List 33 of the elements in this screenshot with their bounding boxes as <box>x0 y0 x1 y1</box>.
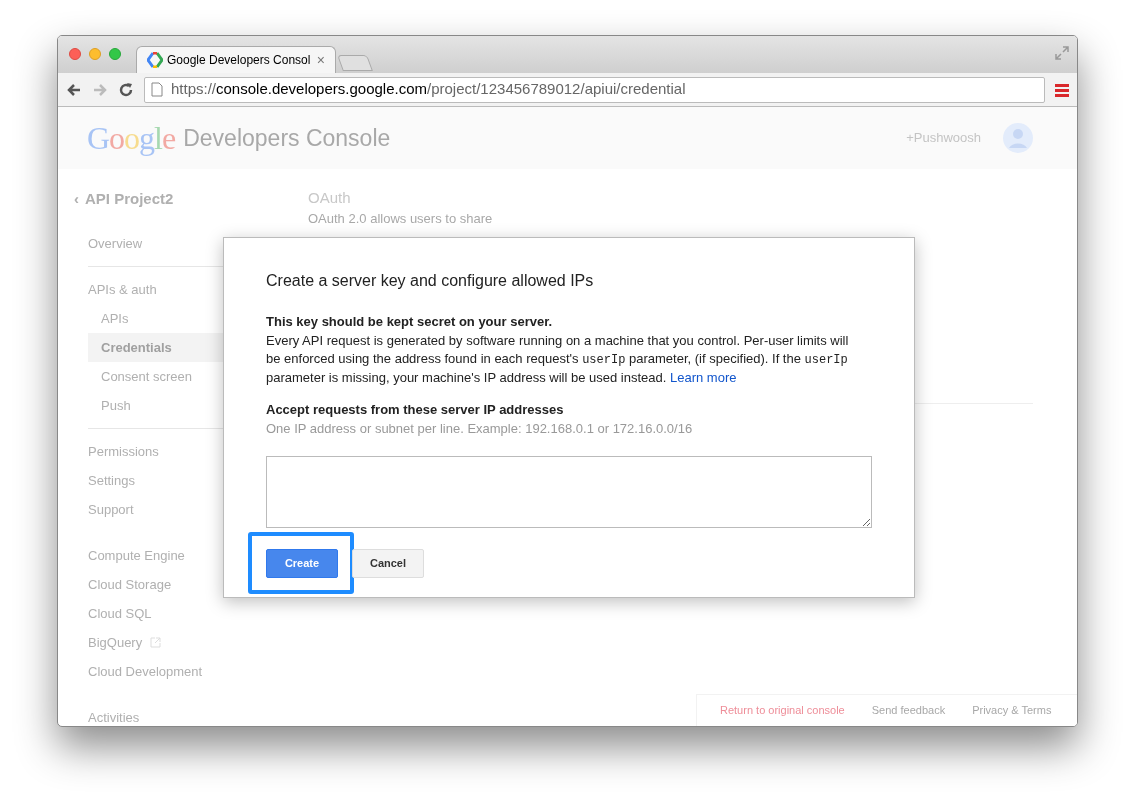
url-text: https://console.developers.google.com/project/123456789012/apiui/credential <box>171 79 686 100</box>
fullscreen-icon[interactable] <box>1055 46 1069 60</box>
field-label: Accept requests from these server IP addresses <box>266 400 565 419</box>
create-button[interactable]: Create <box>266 548 338 578</box>
tab-title: Google Developers Consol <box>167 52 312 69</box>
page-icon <box>151 82 163 97</box>
back-arrow-icon[interactable] <box>66 81 82 98</box>
browser-tab[interactable]: Google Developers Consol × <box>136 46 336 73</box>
avatar-icon[interactable] <box>1003 123 1033 153</box>
brackets-logo-icon <box>147 52 163 68</box>
menu-icon[interactable] <box>1055 82 1069 97</box>
dialog-title: Create a server key and configure allowed IPs <box>266 271 595 291</box>
address-bar[interactable]: https://console.developers.google.com/project/123456789012/apiui/credential <box>144 76 1045 103</box>
footer-link[interactable]: Privacy & Terms <box>972 702 1052 719</box>
external-link-icon <box>150 637 162 648</box>
reload-icon[interactable] <box>118 81 134 98</box>
project-back-link[interactable]: ‹ API Project2 <box>74 185 308 214</box>
field-hint: One IP address or subnet per line. Example: 192.168.0.1 or 172.16.0.0/16 <box>266 420 694 438</box>
sidebar-item[interactable]: Cloud SQL <box>88 599 308 628</box>
footer-link[interactable]: Send feedback <box>871 702 946 719</box>
product-name: Developers Console <box>183 123 391 153</box>
tab-close-button[interactable]: × <box>316 53 325 67</box>
ip-address-field[interactable] <box>266 455 872 528</box>
section-description: OAuth 2.0 allows users to share <box>308 209 494 228</box>
cancel-button[interactable]: Cancel <box>352 548 424 578</box>
warning-heading: This key should be kept secret on your server. <box>266 313 554 331</box>
new-tab-button[interactable] <box>337 55 373 71</box>
footer-link[interactable]: Return to original console <box>720 702 845 719</box>
sidebar-item[interactable]: Cloud Development <box>88 657 308 686</box>
sidebar-item[interactable]: Activities <box>88 703 308 726</box>
sidebar-item[interactable]: BigQuery <box>88 628 308 657</box>
google-logo: Google <box>87 119 176 158</box>
learn-more-link[interactable]: Learn more <box>670 369 737 385</box>
